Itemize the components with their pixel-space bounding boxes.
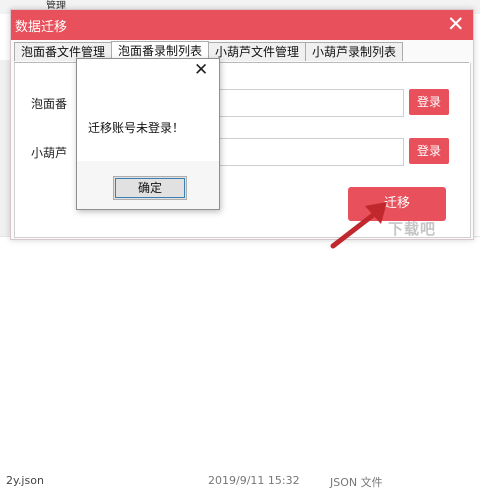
paomian-login-button[interactable]: 登录 <box>409 89 449 115</box>
file-name: 2y.json <box>6 474 44 487</box>
message-box-body: ✕ 迁移账号未登录！ <box>77 59 219 161</box>
xiaohulu-account-label: 小葫芦 <box>31 146 68 160</box>
file-type: JSON 文件 <box>330 476 383 489</box>
dialog-titlebar: 数据迁移 ✕ <box>11 10 473 40</box>
tab-xiaohulu-file-manage[interactable]: 小葫芦文件管理 <box>208 42 306 61</box>
file-date: 2019/9/11 15:32 <box>208 474 300 487</box>
message-close-icon[interactable]: ✕ <box>194 60 208 80</box>
message-box: ✕ 迁移账号未登录！ 确定 <box>76 58 220 210</box>
ok-button[interactable]: 确定 <box>113 176 187 200</box>
close-icon[interactable]: ✕ <box>447 12 465 36</box>
paomian-account-label: 泡面番 <box>31 97 68 111</box>
dialog-title: 数据迁移 <box>15 20 68 35</box>
red-arrow-icon <box>330 202 387 249</box>
xiaohulu-login-button[interactable]: 登录 <box>409 138 449 164</box>
tab-xiaohulu-record-list[interactable]: 小葫芦录制列表 <box>305 42 403 61</box>
message-text: 迁移账号未登录！ <box>88 121 185 135</box>
watermark-text: 下载吧 <box>388 220 437 238</box>
